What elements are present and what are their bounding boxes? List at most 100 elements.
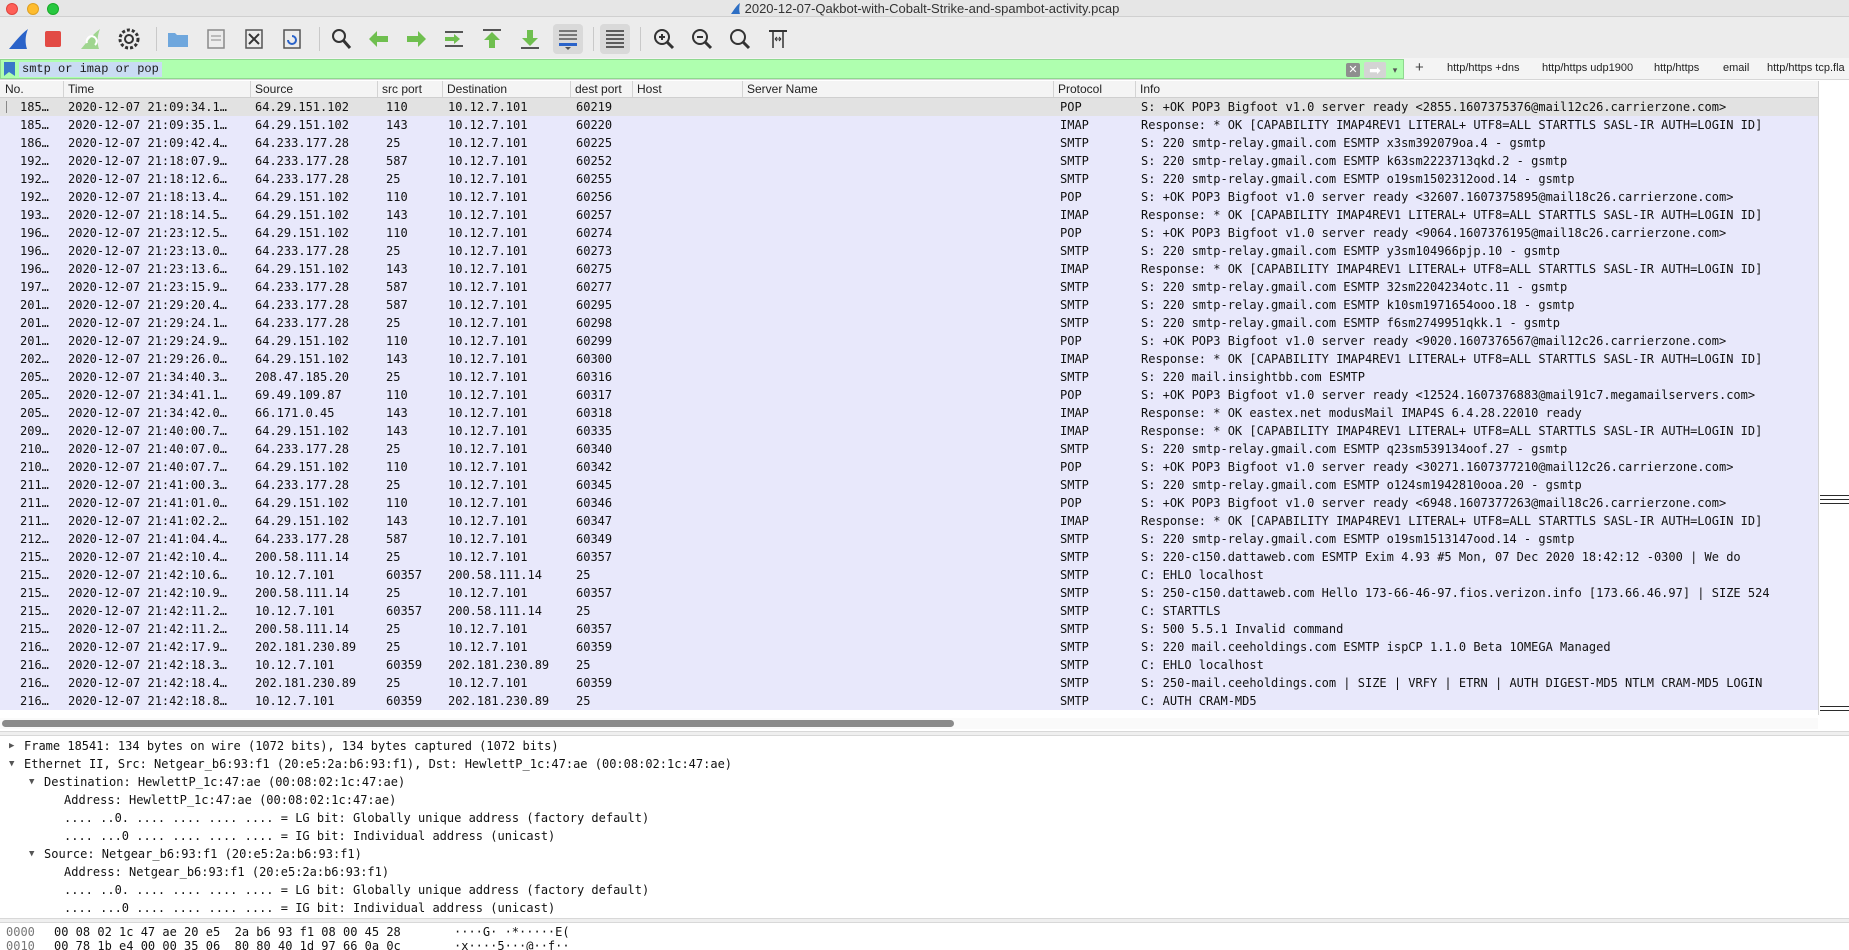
packet-row[interactable]: 216… 2020-12-07 21:42:17.9… 202.181.230.89… <box>0 638 1818 656</box>
filter-button-http-udp1900[interactable]: http/https udp1900 <box>1542 62 1633 74</box>
capture-options-icon[interactable] <box>114 24 144 54</box>
detail-line[interactable]: ▼ Source: Netgear_b6:93:f1 (20:e5:2a:b6:9… <box>29 845 362 863</box>
filter-button-http-tcp-flags[interactable]: http/https tcp.fla <box>1767 62 1845 74</box>
packet-row[interactable]: 205… 2020-12-07 21:34:40.3… 208.47.185.20 2… <box>0 368 1818 386</box>
clear-filter-icon[interactable]: ✕ <box>1346 63 1360 77</box>
detail-line[interactable]: .... ..0. .... .... .... .... = LG bit: … <box>64 881 649 899</box>
packet-destination: 10.12.7.101 <box>448 514 528 528</box>
zoom-in-icon[interactable] <box>649 24 679 54</box>
packet-row[interactable]: 215… 2020-12-07 21:42:10.4… 200.58.111.14 2… <box>0 548 1818 566</box>
packet-details-pane[interactable]: ▶ Frame 18541: 134 bytes on wire (1072 bi… <box>0 737 1849 916</box>
column-header-destination[interactable]: Destination <box>442 81 507 97</box>
packet-row[interactable]: 196… 2020-12-07 21:23:12.5… 64.29.151.102 1… <box>0 224 1818 242</box>
collapse-triangle-icon[interactable]: ▼ <box>9 755 14 773</box>
column-header-source[interactable]: Source <box>250 81 293 97</box>
packet-row[interactable]: 216… 2020-12-07 21:42:18.3… 10.12.7.101 603… <box>0 656 1818 674</box>
packet-row[interactable]: 201… 2020-12-07 21:29:24.9… 64.29.151.102 1… <box>0 332 1818 350</box>
packet-row[interactable]: 215… 2020-12-07 21:42:11.2… 200.58.111.14 2… <box>0 620 1818 638</box>
column-header-server-name[interactable]: Server Name <box>742 81 818 97</box>
packet-bytes-pane[interactable]: 0000 00 08 02 1c 47 ae 20 e5 2a b6 93 f1 … <box>0 925 1849 950</box>
packet-row[interactable]: 201… 2020-12-07 21:29:24.1… 64.233.177.28 2… <box>0 314 1818 332</box>
scrollbar-thumb[interactable] <box>2 720 954 727</box>
packet-row[interactable]: 196… 2020-12-07 21:23:13.6… 64.29.151.102 1… <box>0 260 1818 278</box>
open-file-icon[interactable] <box>163 24 193 54</box>
colorize-icon[interactable] <box>600 24 630 54</box>
packet-row[interactable]: 192… 2020-12-07 21:18:13.4… 64.29.151.102 1… <box>0 188 1818 206</box>
column-header-time[interactable]: Time <box>63 81 94 97</box>
normal-size-icon[interactable] <box>725 24 755 54</box>
packet-row[interactable]: 215… 2020-12-07 21:42:11.2… 10.12.7.101 603… <box>0 602 1818 620</box>
shark-fin-start-icon[interactable] <box>4 24 34 54</box>
column-header-info[interactable]: Info <box>1135 81 1160 97</box>
packet-row[interactable]: 185… 2020-12-07 21:09:34.1… 64.29.151.102 1… <box>0 98 1818 116</box>
last-packet-icon[interactable] <box>515 24 545 54</box>
filter-history-dropdown-icon[interactable]: ▾ <box>1390 64 1400 76</box>
packet-row[interactable]: 205… 2020-12-07 21:34:41.1… 69.49.109.87 11… <box>0 386 1818 404</box>
packet-row[interactable]: 201… 2020-12-07 21:29:20.4… 64.233.177.28 5… <box>0 296 1818 314</box>
packet-row[interactable]: 211… 2020-12-07 21:41:01.0… 64.29.151.102 1… <box>0 494 1818 512</box>
detail-line[interactable]: Address: Netgear_b6:93:f1 (20:e5:2a:b6:9… <box>64 863 389 881</box>
packet-row[interactable]: 215… 2020-12-07 21:42:10.9… 200.58.111.14 2… <box>0 584 1818 602</box>
packet-list[interactable]: No. Time Source src port Destination des… <box>0 81 1818 715</box>
packet-minimap[interactable] <box>1818 81 1849 715</box>
packet-row[interactable]: 197… 2020-12-07 21:23:15.9… 64.233.177.28 5… <box>0 278 1818 296</box>
packet-row[interactable]: 216… 2020-12-07 21:42:18.8… 10.12.7.101 603… <box>0 692 1818 710</box>
packet-row[interactable]: 215… 2020-12-07 21:42:10.6… 10.12.7.101 603… <box>0 566 1818 584</box>
first-packet-icon[interactable] <box>477 24 507 54</box>
filter-button-http-dns[interactable]: http/https +dns <box>1447 62 1519 74</box>
apply-filter-button[interactable]: ➡ <box>1364 62 1386 78</box>
filter-text[interactable]: smtp or imap or pop <box>19 62 162 77</box>
packet-row[interactable]: 211… 2020-12-07 21:41:00.3… 64.233.177.28 2… <box>0 476 1818 494</box>
pane-splitter[interactable] <box>0 731 1849 736</box>
find-packet-icon[interactable] <box>326 24 356 54</box>
stop-capture-icon[interactable] <box>38 24 68 54</box>
go-to-packet-icon[interactable] <box>439 24 469 54</box>
packet-row[interactable]: 212… 2020-12-07 21:41:04.4… 64.233.177.28 5… <box>0 530 1818 548</box>
column-header-dest-port[interactable]: dest port <box>570 81 622 97</box>
packet-row[interactable]: 185… 2020-12-07 21:09:35.1… 64.29.151.102 1… <box>0 116 1818 134</box>
column-header-src-port[interactable]: src port <box>377 81 422 97</box>
detail-line[interactable]: Address: HewlettP_1c:47:ae (00:08:02:1c:… <box>64 791 396 809</box>
add-filter-button[interactable]: + <box>1415 59 1424 76</box>
packet-row[interactable]: 192… 2020-12-07 21:18:07.9… 64.233.177.28 5… <box>0 152 1818 170</box>
collapse-triangle-icon[interactable]: ▼ <box>29 845 34 863</box>
detail-line[interactable]: ▼ Ethernet II, Src: Netgear_b6:93:f1 (20:… <box>9 755 732 773</box>
packet-row[interactable]: 202… 2020-12-07 21:29:26.0… 64.29.151.102 1… <box>0 350 1818 368</box>
packet-row[interactable]: 193… 2020-12-07 21:18:14.5… 64.29.151.102 1… <box>0 206 1818 224</box>
resize-columns-icon[interactable] <box>763 24 793 54</box>
packet-list-horizontal-scrollbar[interactable] <box>0 718 1818 729</box>
detail-line[interactable]: ▼ Destination: HewlettP_1c:47:ae (00:08:0… <box>29 773 405 791</box>
packet-row[interactable]: 210… 2020-12-07 21:40:07.7… 64.29.151.102 1… <box>0 458 1818 476</box>
packet-row[interactable]: 186… 2020-12-07 21:09:42.4… 64.233.177.28 2… <box>0 134 1818 152</box>
filter-bookmark-icon[interactable] <box>4 62 15 76</box>
packet-row[interactable]: 192… 2020-12-07 21:18:12.6… 64.233.177.28 2… <box>0 170 1818 188</box>
zoom-out-icon[interactable] <box>687 24 717 54</box>
collapse-triangle-icon[interactable]: ▼ <box>29 773 34 791</box>
save-file-icon[interactable] <box>201 24 231 54</box>
packet-row[interactable]: 211… 2020-12-07 21:41:02.2… 64.29.151.102 1… <box>0 512 1818 530</box>
column-header-host[interactable]: Host <box>632 81 662 97</box>
column-header-protocol[interactable]: Protocol <box>1053 81 1102 97</box>
detail-line[interactable]: ▶ Frame 18541: 134 bytes on wire (1072 bi… <box>9 737 559 755</box>
packet-time: 2020-12-07 21:29:20.4… <box>68 298 227 312</box>
pane-splitter[interactable] <box>0 918 1849 923</box>
packet-row[interactable]: 196… 2020-12-07 21:23:13.0… 64.233.177.28 2… <box>0 242 1818 260</box>
detail-line[interactable]: .... ..0. .... .... .... .... = LG bit: … <box>64 809 649 827</box>
filter-button-email[interactable]: email <box>1723 62 1749 74</box>
go-back-icon[interactable] <box>364 24 394 54</box>
detail-line[interactable]: .... ...0 .... .... .... .... = IG bit: … <box>64 827 555 845</box>
close-file-icon[interactable] <box>239 24 269 54</box>
display-filter-input[interactable]: smtp or imap or pop ✕ ➡ ▾ <box>0 59 1404 79</box>
packet-row[interactable]: 205… 2020-12-07 21:34:42.0… 66.171.0.45 143… <box>0 404 1818 422</box>
column-header-no[interactable]: No. <box>5 82 24 96</box>
go-forward-icon[interactable] <box>401 24 431 54</box>
packet-row[interactable]: 210… 2020-12-07 21:40:07.0… 64.233.177.28 2… <box>0 440 1818 458</box>
packet-row[interactable]: 216… 2020-12-07 21:42:18.4… 202.181.230.89… <box>0 674 1818 692</box>
packet-row[interactable]: 209… 2020-12-07 21:40:00.7… 64.29.151.102 1… <box>0 422 1818 440</box>
auto-scroll-icon[interactable] <box>553 24 583 54</box>
filter-button-http[interactable]: http/https <box>1654 62 1699 74</box>
detail-line[interactable]: .... ...0 .... .... .... .... = IG bit: … <box>64 899 555 916</box>
expand-triangle-icon[interactable]: ▶ <box>9 737 14 755</box>
reload-file-icon[interactable] <box>277 24 307 54</box>
restart-capture-icon[interactable] <box>76 24 106 54</box>
